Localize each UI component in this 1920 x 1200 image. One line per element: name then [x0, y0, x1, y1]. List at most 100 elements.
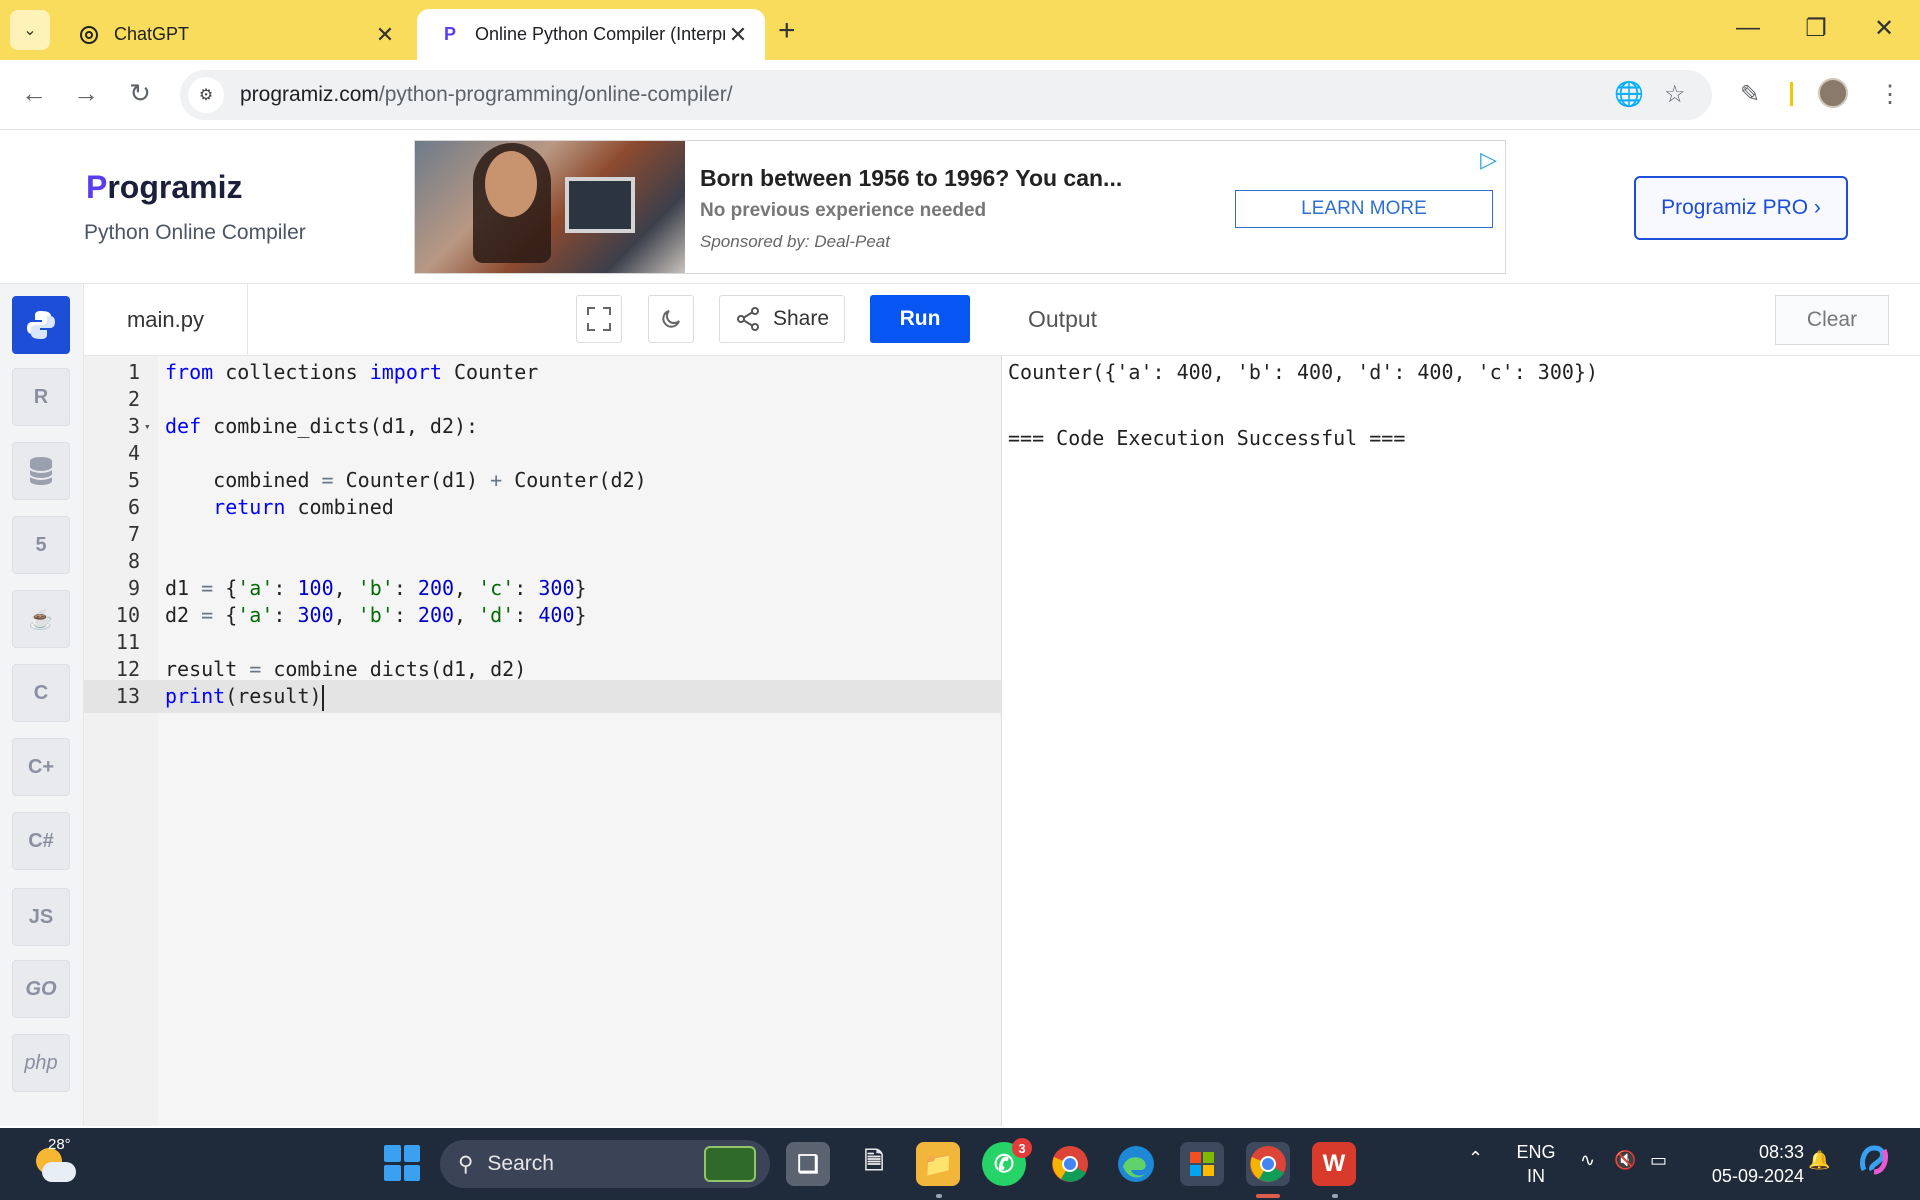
close-icon[interactable]: ✕ [372, 22, 398, 48]
tab-search-button[interactable]: ⌄ [10, 10, 50, 50]
search-icon: ⚲ [458, 1152, 474, 1176]
language-indicator[interactable]: ENG IN [1514, 1140, 1558, 1188]
minimize-icon[interactable]: — [1728, 14, 1768, 42]
code-editor[interactable]: 1 from collections import Counter 2 3 ▾ def c… [84, 356, 1002, 1126]
go-icon[interactable]: GO [12, 960, 70, 1018]
reload-icon[interactable]: ↻ [122, 78, 158, 109]
share-button[interactable]: Share [719, 295, 845, 343]
python-icon[interactable] [12, 296, 70, 354]
notification-bell-icon[interactable]: 🔔 [1808, 1150, 1830, 1171]
taskbar-search[interactable]: ⚲ Search [440, 1140, 770, 1188]
file-icon[interactable]: 🗎 [852, 1142, 896, 1186]
share-icon [736, 307, 759, 331]
edge-icon[interactable] [1114, 1142, 1158, 1186]
copilot-icon[interactable] [1856, 1142, 1892, 1183]
language-sidebar: R 5 ☕ C C+ C# JS GO php [0, 284, 84, 1126]
lang-top: ENG [1516, 1142, 1556, 1162]
site-info-icon[interactable]: ⚙ [188, 77, 224, 113]
weather-widget[interactable]: 28° [30, 1136, 80, 1190]
notification-badge: 3 [1012, 1138, 1032, 1158]
cloud-icon [42, 1162, 76, 1182]
battery-icon[interactable]: ▭ [1650, 1150, 1667, 1171]
chrome-profile-icon[interactable] [1246, 1142, 1290, 1186]
temperature: 28° [48, 1136, 71, 1153]
search-highlight-icon [704, 1146, 756, 1182]
url-text: programiz.com/python-programming/online-… [240, 83, 733, 107]
more-menu-icon[interactable]: ⋮ [1878, 80, 1902, 109]
ad-choices-icon[interactable]: ▷ [1480, 147, 1497, 173]
advertisement-banner[interactable]: Born between 1956 to 1996? You can... No… [414, 140, 1506, 274]
ad-learn-more-button[interactable]: LEARN MORE [1235, 190, 1493, 228]
tab-title: ChatGPT [114, 24, 190, 44]
html5-icon[interactable]: 5 [12, 516, 70, 574]
forward-icon[interactable]: → [68, 78, 104, 109]
browser-tabstrip: ⌄ ChatGPT ✕ P Online Python Compiler (In… [0, 0, 1920, 60]
windows-start-icon[interactable] [384, 1145, 420, 1181]
c-icon[interactable]: C [12, 664, 70, 722]
chevron-down-icon: ⌄ [23, 22, 37, 39]
window-close-icon[interactable]: ✕ [1864, 14, 1904, 43]
task-view-icon[interactable]: ❏ [786, 1142, 830, 1186]
running-indicator [936, 1194, 942, 1198]
microsoft-store-icon[interactable] [1180, 1142, 1224, 1186]
tab-programiz[interactable]: P Online Python Compiler (Interpr ✕ [417, 9, 765, 60]
bookmark-star-icon[interactable]: ☆ [1664, 80, 1686, 109]
whatsapp-icon[interactable]: ✆ 3 [982, 1138, 1032, 1186]
translate-icon[interactable]: 🌐 [1614, 80, 1644, 109]
output-line: Counter({'a': 400, 'b': 400, 'd': 400, '… [1008, 360, 1599, 384]
back-icon[interactable]: ← [16, 78, 52, 109]
java-icon[interactable]: ☕ [12, 590, 70, 648]
file-tab-main-py[interactable]: main.py [84, 284, 248, 356]
csharp-icon[interactable]: C# [12, 812, 70, 870]
text-cursor [321, 684, 324, 711]
clock-time: 08:33 [1758, 1142, 1804, 1162]
js-icon[interactable]: JS [12, 888, 70, 946]
ad-title: Born between 1956 to 1996? You can... [700, 165, 1123, 191]
search-label: Search [487, 1152, 554, 1175]
close-icon[interactable]: ✕ [725, 22, 751, 48]
page-subtitle: Python Online Compiler [84, 221, 306, 244]
wps-office-icon[interactable]: W [1312, 1142, 1356, 1186]
r-icon[interactable]: R [12, 368, 70, 426]
browser-toolbar: ← → ↻ ⚙ programiz.com/python-programming… [0, 60, 1920, 130]
editor-toolbar: main.py Share Run [84, 284, 1002, 356]
address-bar[interactable]: ⚙ programiz.com/python-programming/onlin… [180, 70, 1712, 120]
output-line: === Code Execution Successful === [1008, 426, 1406, 450]
wifi-icon[interactable]: ∿ [1580, 1150, 1595, 1171]
share-label: Share [772, 307, 830, 330]
programiz-icon: P [443, 24, 456, 44]
output-header: Output Clear [1002, 284, 1920, 356]
windows-taskbar: 28° ⚲ Search ❏ 🗎 📁 ✆ 3 W ⌃ ENG IN ∿ 🔇 ▭ 0… [0, 1128, 1920, 1200]
cpp-icon[interactable]: C+ [12, 738, 70, 796]
programiz-logo[interactable]: Programiz [86, 169, 242, 206]
tab-chatgpt[interactable]: ChatGPT ✕ [56, 9, 412, 60]
profile-avatar[interactable] [1818, 78, 1848, 108]
lang-bottom: IN [1527, 1166, 1545, 1186]
tab-title: Online Python Compiler (Interpr [475, 24, 725, 44]
ad-sponsor: Sponsored by: Deal-Peat [700, 232, 890, 251]
php-icon[interactable]: php [12, 1034, 70, 1092]
clock-date: 05-09-2024 [1711, 1166, 1804, 1186]
new-tab-icon[interactable]: + [778, 14, 796, 48]
line-number: 13 [115, 684, 140, 708]
file-explorer-icon[interactable]: 📁 [916, 1142, 960, 1186]
output-panel[interactable]: Counter({'a': 400, 'b': 400, 'd': 400, '… [1002, 356, 1920, 1126]
restore-icon[interactable]: ❐ [1796, 14, 1836, 43]
ad-subtitle: No previous experience needed [700, 200, 987, 221]
fullscreen-icon[interactable] [576, 295, 622, 343]
run-button[interactable]: Run [870, 295, 970, 343]
logo-text: rogramiz [107, 169, 243, 205]
running-indicator [1332, 1194, 1338, 1198]
volume-muted-icon[interactable]: 🔇 [1614, 1150, 1636, 1171]
clear-button[interactable]: Clear [1775, 295, 1889, 345]
chrome-icon[interactable] [1048, 1142, 1092, 1186]
system-clock[interactable]: 08:33 05-09-2024 [1692, 1140, 1804, 1188]
site-header: Programiz Python Online Compiler Born be… [0, 131, 1920, 284]
programiz-pro-button[interactable]: Programiz PRO › [1634, 176, 1848, 240]
extensions-icon[interactable]: ✎ [1740, 80, 1760, 109]
code-line[interactable]: 13 print(result) [84, 680, 1002, 713]
database-icon[interactable] [12, 442, 70, 500]
url-domain: programiz.com [240, 83, 379, 106]
dark-mode-moon-icon[interactable] [648, 295, 694, 343]
chevron-up-icon[interactable]: ⌃ [1468, 1148, 1483, 1169]
